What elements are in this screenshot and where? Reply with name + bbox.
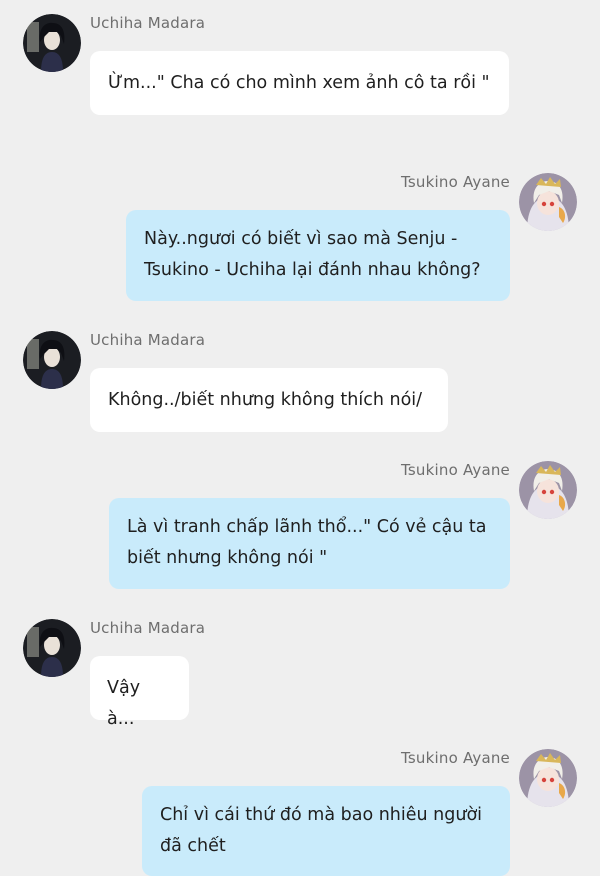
message-bubble: Này..ngươi có biết vì sao mà Senju - Tsu… [126, 210, 510, 301]
message-bubble: Là vì tranh chấp lãnh thổ..." Có vẻ cậu … [109, 498, 510, 589]
ayane-avatar-icon[interactable] [519, 749, 577, 807]
sender-name: Tsukino Ayane [401, 461, 510, 479]
message-bubble: Chỉ vì cái thứ đó mà bao nhiêu người đã … [142, 786, 510, 876]
message-bubble: Vậy à... [90, 656, 189, 729]
ayane-avatar-icon[interactable] [519, 461, 577, 519]
sender-name: Uchiha Madara [90, 331, 206, 349]
sender-name: Uchiha Madara [90, 619, 206, 637]
madara-avatar-icon[interactable] [23, 619, 81, 677]
sender-name: Uchiha Madara [90, 14, 206, 32]
message-bubble: Ừm..." Cha có cho mình xem ảnh cô ta rồi… [90, 51, 509, 115]
madara-avatar-icon[interactable] [23, 14, 81, 72]
message-bubble: Không../biết nhưng không thích nói/ [90, 368, 448, 432]
sender-name: Tsukino Ayane [401, 173, 510, 191]
sender-name: Tsukino Ayane [401, 749, 510, 767]
ayane-avatar-icon[interactable] [519, 173, 577, 231]
madara-avatar-icon[interactable] [23, 331, 81, 389]
